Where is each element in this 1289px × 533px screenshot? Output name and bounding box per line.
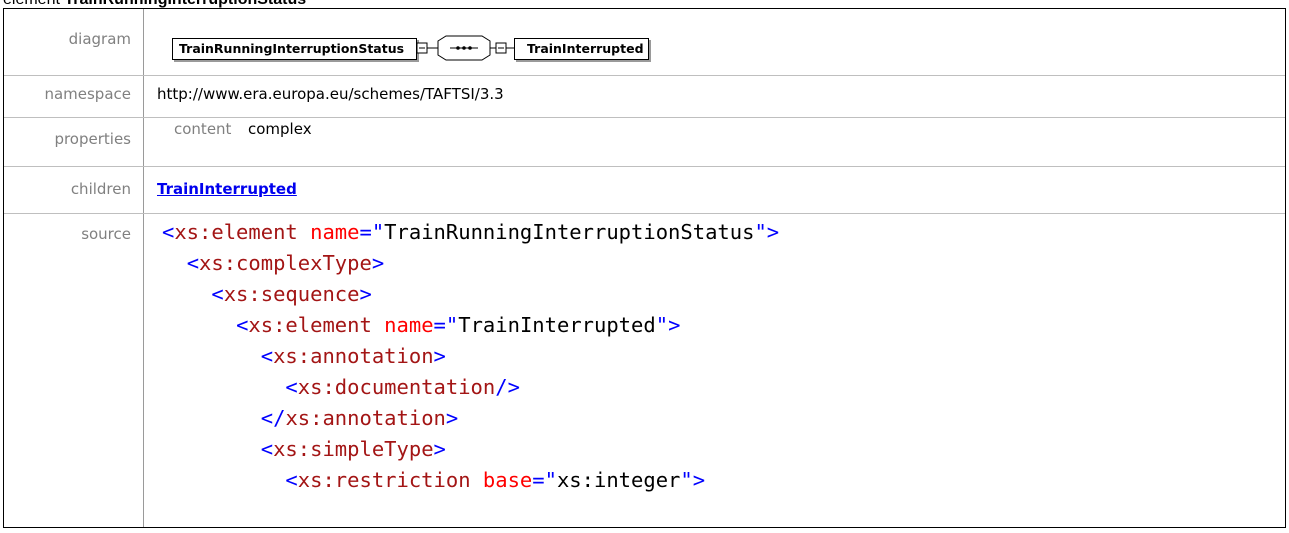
schema-diagram: TrainRunningInterruptionStatus TrainInte… — [172, 33, 662, 63]
label-namespace: namespace — [44, 85, 131, 103]
child-link-traininterrupted[interactable]: TrainInterrupted — [157, 180, 297, 198]
source-code-block: <xs:element name="TrainRunningInterrupti… — [162, 213, 779, 496]
code-tag: xs:element — [174, 220, 298, 244]
source-line: <xs:restriction base="xs:integer"> — [162, 465, 779, 496]
row-source: source <xs:element name="TrainRunningInt… — [4, 213, 1285, 533]
code-bracket: /> — [495, 375, 520, 399]
namespace-value: http://www.era.europa.eu/schemes/TAFTSI/… — [157, 85, 504, 103]
code-tag: xs:documentation — [297, 375, 496, 399]
row-namespace: namespace http://www.era.europa.eu/schem… — [4, 75, 1285, 118]
code-bracket: > — [433, 437, 446, 461]
code-bracket: > — [445, 406, 459, 430]
code-bracket: < — [260, 344, 274, 368]
code-bracket: < — [285, 468, 298, 492]
code-attribute: name — [384, 313, 434, 337]
element-doc-table: diagram TrainRunningInterruptionStatus T… — [3, 8, 1286, 528]
label-diagram: diagram — [68, 30, 131, 48]
code-attribute-value: TrainInterrupted — [458, 313, 656, 337]
code-tag: xs:simpleType — [273, 437, 434, 461]
code-bracket: =" — [359, 220, 385, 244]
code-tag: xs:annotation — [285, 406, 446, 430]
code-tag: xs:sequence — [223, 282, 360, 306]
code-bracket: > — [692, 468, 706, 492]
source-line: <xs:documentation/> — [162, 372, 779, 403]
code-bracket: =" — [433, 313, 459, 337]
code-bracket: " — [680, 468, 693, 492]
source-line: <xs:element name="TrainRunningInterrupti… — [162, 213, 779, 248]
row-diagram: diagram TrainRunningInterruptionStatus T… — [4, 9, 1285, 76]
code-attribute-value: xs:integer — [556, 468, 681, 492]
code-tag: xs:complexType — [199, 251, 372, 275]
code-bracket: " — [754, 220, 767, 244]
code-bracket: =" — [532, 468, 557, 492]
code-attribute: name — [310, 220, 360, 244]
code-bracket: " — [655, 313, 669, 337]
code-bracket: < — [186, 251, 200, 275]
code-bracket: < — [236, 313, 249, 337]
title-element-name: TrainRunningInterruptionStatus — [64, 0, 306, 8]
code-bracket: < — [211, 282, 224, 306]
source-line: <xs:element name="TrainInterrupted"> — [162, 310, 779, 341]
source-line: <xs:complexType> — [162, 248, 779, 279]
code-bracket: > — [359, 282, 372, 306]
code-bracket: > — [766, 220, 780, 244]
row-children: children TrainInterrupted — [4, 166, 1285, 214]
code-bracket: > — [371, 251, 385, 275]
source-line: </xs:annotation> — [162, 403, 779, 434]
label-source: source — [81, 225, 131, 243]
code-bracket: > — [668, 313, 681, 337]
code-bracket: </ — [260, 406, 286, 430]
source-line: <xs:simpleType> — [162, 434, 779, 465]
code-tag: xs:restriction — [297, 468, 471, 492]
code-attribute: base — [482, 468, 533, 492]
code-bracket: < — [260, 437, 274, 461]
code-bracket: < — [285, 375, 298, 399]
diagram-child-element[interactable]: TrainInterrupted — [514, 38, 649, 60]
source-line: <xs:sequence> — [162, 279, 779, 310]
code-bracket: > — [433, 344, 446, 368]
label-properties: properties — [54, 130, 131, 148]
row-properties: properties content complex — [4, 117, 1285, 167]
code-bracket: < — [162, 220, 175, 244]
title-prefix: element — [3, 0, 64, 8]
label-children: children — [70, 180, 131, 198]
code-tag: xs:element — [248, 313, 372, 337]
property-value: complex — [248, 120, 312, 138]
code-attribute-value: TrainRunningInterruptionStatus — [384, 220, 755, 244]
property-key: content — [174, 120, 232, 138]
diagram-child-label: TrainInterrupted — [527, 41, 644, 56]
code-tag: xs:annotation — [273, 344, 434, 368]
source-line: <xs:annotation> — [162, 341, 779, 372]
